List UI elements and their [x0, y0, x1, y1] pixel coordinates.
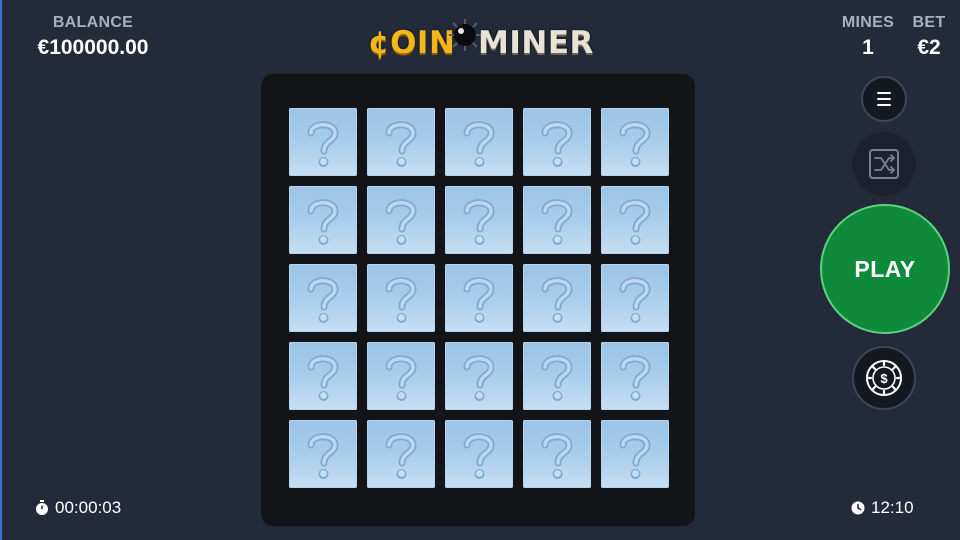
question-mark-icon: [307, 355, 339, 401]
bet-label: BET: [912, 14, 946, 31]
stopwatch-icon: [36, 500, 48, 515]
game-logo: ¢OIN MINER: [368, 18, 598, 68]
question-mark-icon: [385, 433, 417, 479]
question-mark-icon: [307, 433, 339, 479]
grid-tile[interactable]: [367, 108, 435, 176]
grid-tile[interactable]: [367, 186, 435, 254]
menu-button[interactable]: [861, 76, 907, 122]
question-mark-icon: [541, 433, 573, 479]
dollar-chip-icon: $: [865, 359, 903, 397]
hamburger-menu-icon: [877, 92, 891, 106]
question-mark-icon: [463, 433, 495, 479]
question-mark-icon: [385, 355, 417, 401]
grid-tile[interactable]: [289, 342, 357, 410]
grid-tile[interactable]: [289, 186, 357, 254]
mine-grid: [261, 74, 695, 526]
grid-tile[interactable]: [289, 420, 357, 488]
balance-label: BALANCE: [52, 14, 134, 31]
session-timer: 00:00:03: [35, 498, 121, 518]
mines-display: MINES 1: [838, 14, 898, 60]
grid-tile[interactable]: [523, 420, 591, 488]
question-mark-icon: [619, 433, 651, 479]
grid-tile[interactable]: [523, 342, 591, 410]
grid-tile[interactable]: [523, 186, 591, 254]
question-mark-icon: [541, 277, 573, 323]
question-mark-icon: [619, 355, 651, 401]
cashout-button[interactable]: $: [852, 346, 916, 410]
question-mark-icon: [463, 199, 495, 245]
mines-value: 1: [862, 36, 874, 59]
clock-icon: [851, 501, 865, 515]
grid-tile[interactable]: [523, 264, 591, 332]
grid-tile[interactable]: [367, 420, 435, 488]
grid-tile[interactable]: [445, 108, 513, 176]
question-mark-icon: [307, 121, 339, 167]
grid-tile[interactable]: [601, 108, 669, 176]
clock-value: 12:10: [871, 498, 914, 517]
svg-text:$: $: [880, 371, 888, 386]
random-pick-button[interactable]: [852, 132, 916, 196]
question-mark-icon: [463, 121, 495, 167]
grid-tile[interactable]: [445, 264, 513, 332]
question-mark-icon: [541, 199, 573, 245]
question-mark-icon: [541, 355, 573, 401]
question-mark-icon: [463, 277, 495, 323]
question-mark-icon: [619, 199, 651, 245]
question-mark-icon: [463, 355, 495, 401]
grid-tile[interactable]: [601, 342, 669, 410]
mines-label: MINES: [841, 14, 895, 31]
bet-value: €2: [917, 36, 941, 59]
question-mark-icon: [307, 277, 339, 323]
viewport-edge: [0, 0, 2, 540]
grid-tile[interactable]: [289, 108, 357, 176]
question-mark-icon: [385, 199, 417, 245]
grid-tile[interactable]: [289, 264, 357, 332]
clock-display: 12:10: [851, 498, 914, 518]
logo-miner-text: MINER: [478, 25, 594, 61]
mine-icon: [449, 19, 481, 51]
play-button[interactable]: PLAY: [820, 204, 950, 334]
question-mark-icon: [619, 277, 651, 323]
game-screen: BALANCE €100000.00 ¢OIN MINER MINES 1 BE…: [0, 0, 960, 540]
balance-display: BALANCE €100000.00: [18, 14, 168, 60]
grid-tile[interactable]: [601, 420, 669, 488]
bet-display: BET €2: [906, 14, 952, 60]
grid-tile[interactable]: [445, 186, 513, 254]
grid-tile[interactable]: [601, 186, 669, 254]
grid-tile[interactable]: [445, 420, 513, 488]
grid-tile[interactable]: [523, 108, 591, 176]
grid-tile[interactable]: [445, 342, 513, 410]
shuffle-icon: [869, 149, 899, 179]
question-mark-icon: [619, 121, 651, 167]
grid-tile[interactable]: [367, 342, 435, 410]
logo-coin-text: ¢OIN: [368, 25, 456, 61]
timer-value: 00:00:03: [55, 498, 122, 517]
question-mark-icon: [541, 121, 573, 167]
question-mark-icon: [307, 199, 339, 245]
grid-tile[interactable]: [601, 264, 669, 332]
question-mark-icon: [385, 277, 417, 323]
grid-tile[interactable]: [367, 264, 435, 332]
question-mark-icon: [385, 121, 417, 167]
balance-value: €100000.00: [37, 36, 149, 59]
